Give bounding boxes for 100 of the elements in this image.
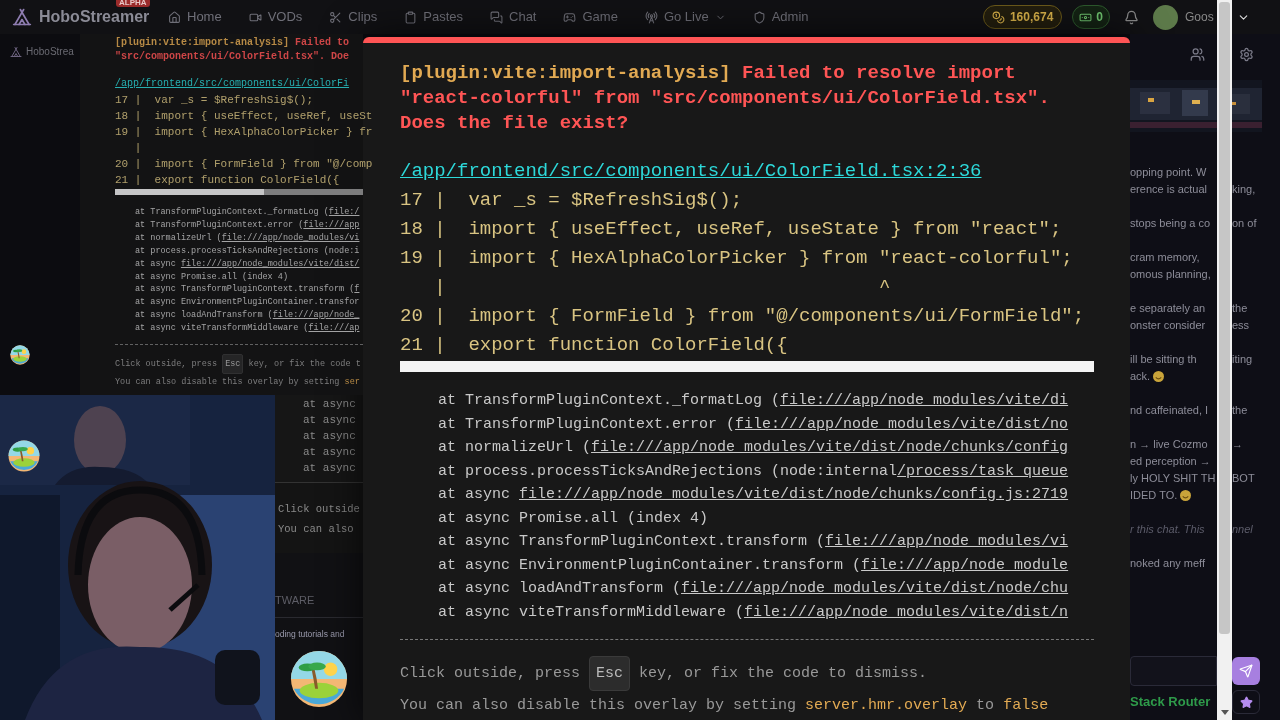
stack-trace-line: at TransformPluginContext.error (file:///app <box>135 218 360 232</box>
stack-trace-line: at normalizeUrl (file:///app/node_modules/vite/dist/node/chunks/config <box>438 438 1069 458</box>
chat-input[interactable] <box>1130 656 1217 686</box>
stack-trace-line: at async <box>303 461 356 476</box>
coins-icon <box>991 10 1005 24</box>
error-title: [plugin:vite:import-analysis] Failed to <box>115 36 351 50</box>
code-line: 21 | export function ColorField({ <box>400 333 788 358</box>
code-line: | <box>133 141 142 156</box>
code-line: 18 | import { useEffect, useRef, useState } from "react"; <box>400 217 1062 242</box>
chat-text: iting <box>1232 352 1253 367</box>
chat-text: cram memory, <box>1130 250 1200 265</box>
stack-trace-line: at async loadAndTransform (file:///app/node_modules/vite/dist/node/chu <box>438 579 1069 599</box>
chat-text: ill be sitting th <box>1130 352 1197 367</box>
user-name[interactable]: Goos <box>1185 8 1213 26</box>
shield-icon <box>752 10 766 24</box>
chat-text: ly HOLY SHIT TH <box>1130 471 1216 486</box>
error-title: "src/components/ui/ColorField.tsx". Doe <box>115 50 351 64</box>
settings-icon[interactable] <box>1239 46 1254 62</box>
cash-balance[interactable]: 0 <box>1072 5 1110 29</box>
stack-trace-line: at async <box>303 429 356 444</box>
hint-text: Click outside, press <box>400 664 582 684</box>
nav-link[interactable]: Pastes <box>404 7 463 27</box>
stack-trace-line: at TransformPluginContext._formatLog (file:/ <box>135 206 360 219</box>
stack-trace-line: at async TransformPluginContext.transform (file:///app/node_modules/vi <box>438 532 1069 552</box>
chat-text: e separately an <box>1130 301 1206 316</box>
island-logo <box>8 440 40 472</box>
file-link[interactable]: /app/frontend/src/components/ui/ColorField.tsx:2:36 <box>400 160 982 182</box>
island-logo <box>290 650 348 708</box>
esc-key: Esc <box>222 354 244 375</box>
nav-link[interactable]: VODs <box>248 7 303 27</box>
stack-trace-line: at async file:///app/node_modules/vite/dist/ <box>135 257 360 271</box>
chat-text: nd caffeinated, I <box>1130 403 1209 418</box>
scrollbar[interactable] <box>1217 0 1232 720</box>
esc-key: Esc <box>589 656 631 691</box>
send-button[interactable] <box>1232 657 1260 685</box>
chat-bubbles-icon <box>490 10 503 24</box>
tent-logo-icon <box>10 45 22 58</box>
stack-trace-line: at async file:///app/node_modules/vite/dist/node/chunks/config.js:2719 <box>438 485 1069 505</box>
star-icon <box>1239 695 1253 709</box>
chat-text: stops being a co <box>1130 216 1211 231</box>
hint-text: Click outside, press <box>115 358 219 372</box>
stack-trace-line: at normalizeUrl (file:///app/node_modules/vi <box>135 231 360 245</box>
horizontal-scrollbar[interactable] <box>400 361 1094 372</box>
horizontal-scrollbar[interactable] <box>115 189 363 195</box>
file-link[interactable]: /app/frontend/src/components/ui/ColorFi <box>115 78 350 89</box>
stack-trace-line: at async <box>303 445 356 460</box>
scroll-down-icon[interactable] <box>1220 710 1229 715</box>
stack-trace-line: at async TransformPluginContext.transform (f <box>135 283 360 297</box>
alpha-badge: ALPHA <box>116 0 150 7</box>
scrollbar-thumb[interactable] <box>1219 2 1230 634</box>
island-logo <box>10 345 30 365</box>
code-line: 18 | import { useEffect, useRef, useSt <box>115 109 373 124</box>
chat-text: ack. <box>1130 369 1151 384</box>
home-icon <box>168 10 181 24</box>
chat-text: ed perception → <box>1130 454 1211 469</box>
stack-trace-line: at async Promise.all (index 4) <box>135 270 289 284</box>
site-logo: HoboStrea <box>26 45 74 59</box>
tip-text: You can also disable this overlay by setting server.hmr.overlay to false <box>400 696 1049 716</box>
chat-text: onster consider <box>1130 318 1206 333</box>
stack-trace-line: at process.processTicksAndRejections (node:internal/process/task_queue <box>438 461 1069 482</box>
nav-link[interactable]: Home <box>168 7 222 27</box>
site-logo[interactable]: HoboStreamer <box>39 5 150 29</box>
stack-trace-line: at async EnvironmentPluginContainer.transform (file:///app/node_module <box>438 555 1069 576</box>
code-line: | ^ <box>433 275 891 300</box>
notifications-icon[interactable] <box>1124 9 1139 25</box>
chat-text: the <box>1232 301 1248 316</box>
gamepad-icon <box>563 10 577 24</box>
description-text: oding tutorials and <box>275 628 345 641</box>
code-line: 20 | import { FormField } from "@/comp <box>115 157 373 172</box>
chat-text: nnel <box>1232 522 1253 537</box>
user-avatar[interactable] <box>1153 4 1178 30</box>
code-line: 20 | import { FormField } from "@/components/ui/FormField"; <box>400 304 1085 329</box>
stack-trace-line: at TransformPluginContext.error (file:///app/node_modules/vite/dist/no <box>438 414 1069 435</box>
chat-text: r this chat. This <box>1130 522 1205 537</box>
nav-link[interactable]: Admin <box>752 7 809 27</box>
error-title: Does the file exist? <box>400 111 630 136</box>
stack-trace-line: at TransformPluginContext._formatLog (file:///app/node_modules/vite/di <box>438 391 1069 411</box>
chat-text: n → live Cozmo <box>1130 437 1208 452</box>
stack-trace-line: at async <box>303 397 356 412</box>
code-line: 17 | var _s = $RefreshSig$(); <box>115 93 314 108</box>
nav-link[interactable]: Go Live <box>644 7 726 27</box>
tip-text: You can also disable this overlay by setting ser <box>115 376 360 390</box>
nav-link[interactable]: Game <box>563 7 618 27</box>
chat-text: BOT <box>1232 471 1255 486</box>
tent-logo-icon <box>12 7 32 27</box>
hint-text: key, or fix the code to dismiss. <box>638 664 928 684</box>
nav-link[interactable]: Clips <box>329 7 378 27</box>
chat-text: the <box>1232 403 1248 418</box>
chat-text: opping point. W <box>1130 165 1207 180</box>
chat-text: king, <box>1232 182 1256 197</box>
hint-text: key, or fix the code t <box>247 358 361 372</box>
code-line: 21 | export function ColorField({ <box>115 173 340 188</box>
broadcast-tower-icon <box>644 10 658 24</box>
users-icon[interactable] <box>1190 46 1205 62</box>
chat-text: on of <box>1232 216 1257 231</box>
chat-text: erence is actual <box>1130 182 1208 197</box>
error-title: "react-colorful" from "src/components/ui/ColorField.tsx". <box>400 86 1051 111</box>
nav-link[interactable]: Chat <box>490 7 537 27</box>
coin-balance[interactable]: 160,674 <box>982 5 1063 29</box>
stack-trace-line: at async <box>303 413 356 428</box>
